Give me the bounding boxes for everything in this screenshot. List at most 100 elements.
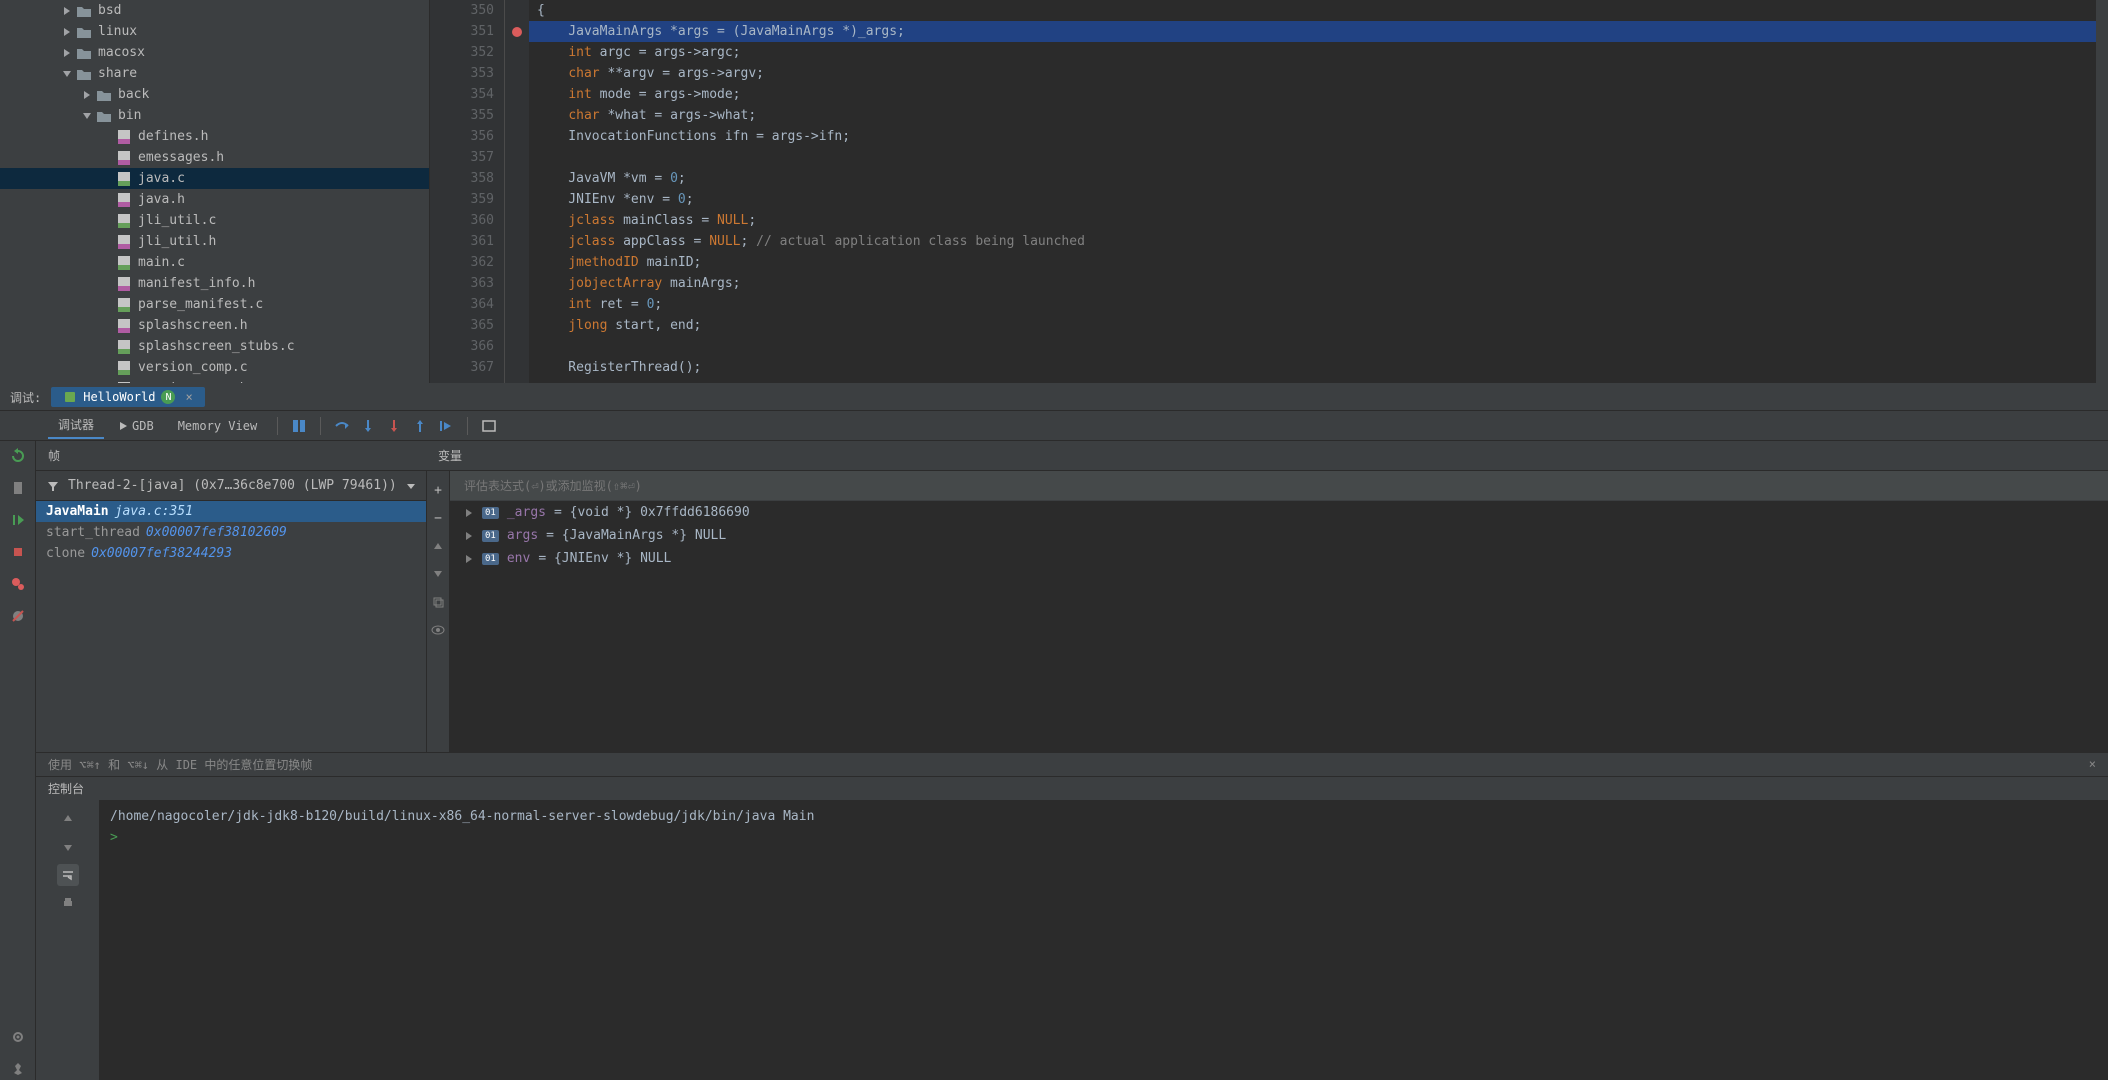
code-line[interactable]: jlong start, end; [529,315,2096,336]
code-line[interactable]: InvocationFunctions ifn = args->ifn; [529,126,2096,147]
folder-share[interactable]: share [0,63,429,84]
code-line[interactable]: jobjectArray mainArgs; [529,273,2096,294]
variable-row[interactable]: 01_args= {void *} 0x7ffdd6186690 [450,501,2108,524]
chevron-right-icon[interactable] [80,88,94,102]
close-icon[interactable]: × [185,390,192,404]
file-jli_util.h[interactable]: jli_util.h [0,231,429,252]
folder-back[interactable]: back [0,84,429,105]
chevron-right-icon[interactable] [60,4,74,18]
code-line[interactable]: char **argv = args->argv; [529,63,2096,84]
stack-frame[interactable]: start_thread0x00007fef38102609 [36,522,426,543]
soft-wrap-icon[interactable] [57,864,79,886]
breakpoint-slot[interactable] [505,363,529,384]
breakpoint-slot[interactable] [505,258,529,279]
chevron-down-icon[interactable] [80,109,94,123]
layout-icon[interactable] [288,415,310,437]
force-step-into-icon[interactable] [383,415,405,437]
code-line[interactable]: { [529,0,2096,21]
file-jli_util.c[interactable]: jli_util.c [0,210,429,231]
rerun-icon[interactable] [7,445,29,467]
file-version_comp.h[interactable]: version_comp.h [0,378,429,383]
stop-icon[interactable] [7,541,29,563]
scroll-down-icon[interactable] [57,836,79,858]
breakpoint-slot[interactable] [505,69,529,90]
file-defines.h[interactable]: defines.h [0,126,429,147]
folder-bsd[interactable]: bsd [0,0,429,21]
tab-debugger[interactable]: 调试器 [48,412,104,439]
file-main.c[interactable]: main.c [0,252,429,273]
breakpoint-gutter[interactable] [505,0,529,383]
code-line[interactable]: jmethodID mainID; [529,252,2096,273]
breakpoint-slot[interactable] [505,48,529,69]
file-parse_manifest.c[interactable]: parse_manifest.c [0,294,429,315]
file-version_comp.c[interactable]: version_comp.c [0,357,429,378]
mute-breakpoints-icon[interactable] [7,605,29,627]
code-line[interactable]: JavaVM *vm = 0; [529,168,2096,189]
step-into-icon[interactable] [357,415,379,437]
print-icon[interactable] [57,892,79,914]
console-output[interactable]: /home/nagocoler/jdk-jdk8-b120/build/linu… [100,800,2108,1080]
thread-selector[interactable]: Thread-2-[java] (0x7…36c8e700 (LWP 79461… [36,471,426,501]
chevron-down-icon[interactable] [60,67,74,81]
breakpoint-icon[interactable] [512,27,522,37]
add-icon[interactable]: + [427,479,449,501]
code-line[interactable]: int ret = 0; [529,294,2096,315]
breakpoint-slot[interactable] [505,27,529,48]
remove-icon[interactable]: − [427,507,449,529]
variable-row[interactable]: 01args= {JavaMainArgs *} NULL [450,524,2108,547]
breakpoint-slot[interactable] [505,90,529,111]
tab-memory-view[interactable]: Memory View [168,415,267,437]
code-line[interactable]: jclass appClass = NULL; // actual applic… [529,231,2096,252]
console-prompt[interactable]: > [110,827,2098,848]
code-editor[interactable]: { JavaMainArgs *args = (JavaMainArgs *)_… [529,0,2096,383]
breakpoint-slot[interactable] [505,300,529,321]
breakpoint-slot[interactable] [505,0,529,21]
pin-icon[interactable] [7,1058,29,1080]
breakpoint-slot[interactable] [505,216,529,237]
breakpoint-slot[interactable] [505,237,529,258]
breakpoint-slot[interactable] [505,195,529,216]
code-line[interactable]: jclass mainClass = NULL; [529,210,2096,231]
code-line[interactable]: RegisterThread(); [529,357,2096,378]
copy-icon[interactable] [427,591,449,613]
step-out-icon[interactable] [409,415,431,437]
editor-scrollbar[interactable] [2096,0,2108,383]
scroll-up-icon[interactable] [57,808,79,830]
tab-gdb[interactable]: GDB [108,415,164,437]
folder-bin[interactable]: bin [0,105,429,126]
stack-frame[interactable]: clone0x00007fef38244293 [36,543,426,564]
code-line[interactable] [529,147,2096,168]
chevron-right-icon[interactable] [60,46,74,60]
step-over-icon[interactable] [331,415,353,437]
code-line[interactable]: JavaMainArgs *args = (JavaMainArgs *)_ar… [529,21,2096,42]
breakpoint-slot[interactable] [505,153,529,174]
watch-icon[interactable] [427,619,449,641]
run-configuration-tab[interactable]: HelloWorld N × [51,387,204,407]
run-to-cursor-icon[interactable] [435,415,457,437]
file-emessages.h[interactable]: emessages.h [0,147,429,168]
view-breakpoints-icon[interactable] [7,573,29,595]
chevron-right-icon[interactable] [60,25,74,39]
down-icon[interactable] [427,563,449,585]
code-line[interactable]: char *what = args->what; [529,105,2096,126]
code-line[interactable]: int mode = args->mode; [529,84,2096,105]
folder-macosx[interactable]: macosx [0,42,429,63]
evaluate-expression-input[interactable]: 评估表达式(⏎)或添加监视(⇧⌘⏎) [450,471,2108,501]
folder-linux[interactable]: linux [0,21,429,42]
file-splashscreen_stubs.c[interactable]: splashscreen_stubs.c [0,336,429,357]
breakpoint-slot[interactable] [505,132,529,153]
modify-run-icon[interactable] [7,477,29,499]
breakpoint-slot[interactable] [505,279,529,300]
file-splashscreen.h[interactable]: splashscreen.h [0,315,429,336]
resume-icon[interactable] [7,509,29,531]
code-line[interactable] [529,336,2096,357]
breakpoint-slot[interactable] [505,111,529,132]
variable-row[interactable]: 01env= {JNIEnv *} NULL [450,547,2108,570]
code-line[interactable]: JNIEnv *env = 0; [529,189,2096,210]
close-hint-icon[interactable]: × [2089,757,2096,771]
stack-frame[interactable]: JavaMainjava.c:351 [36,501,426,522]
file-manifest_info.h[interactable]: manifest_info.h [0,273,429,294]
settings-icon[interactable] [7,1026,29,1048]
file-java.c[interactable]: java.c [0,168,429,189]
code-line[interactable]: int argc = args->argc; [529,42,2096,63]
